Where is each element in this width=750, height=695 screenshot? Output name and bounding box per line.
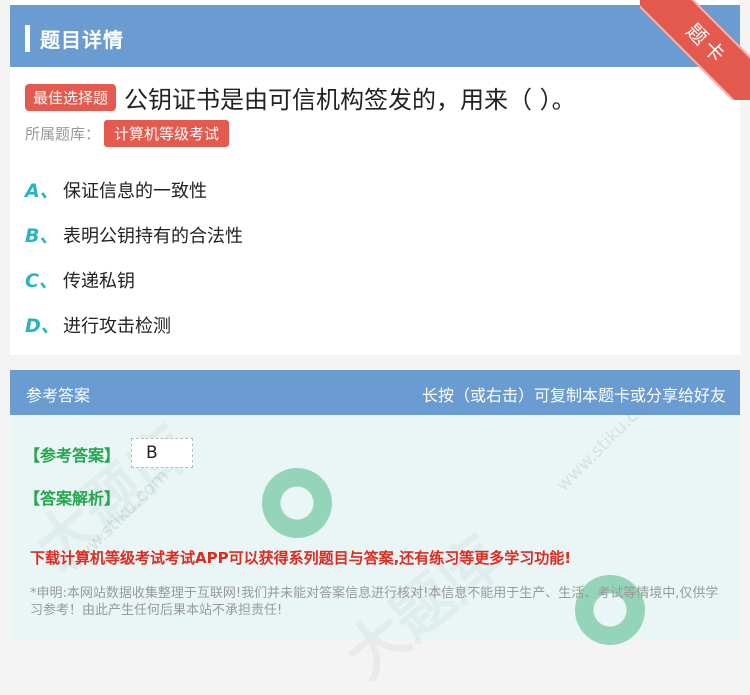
question-row: 最佳选择题 公钥证书是由可信机构签发的，用来（ ）。 bbox=[25, 80, 576, 115]
ribbon-label: 题卡 bbox=[640, 0, 750, 100]
answer-header: 参考答案 长按（或右击）可复制本题卡或分享给好友 bbox=[10, 370, 740, 415]
option-text: 传递私钥 bbox=[63, 270, 135, 292]
bank-tag[interactable]: 计算机等级考试 bbox=[104, 120, 230, 147]
ribbon-corner: 题卡 bbox=[640, 0, 750, 100]
bank-row: 所属题库： 计算机等级考试 bbox=[25, 120, 230, 147]
answer-header-title: 参考答案 bbox=[26, 386, 91, 405]
share-hint: 长按（或右击）可复制本题卡或分享给好友 bbox=[421, 386, 726, 405]
option-text: 表明公钥持有的合法性 bbox=[63, 225, 243, 247]
option-letter: B、 bbox=[25, 225, 59, 247]
question-type-tag: 最佳选择题 bbox=[25, 84, 117, 111]
option-letter: D、 bbox=[25, 315, 60, 337]
disclaimer-text: *申明:本网站数据收集整理于互联网!我们并未能对答案信息进行核对!本信息不能用于… bbox=[30, 586, 719, 618]
option-b[interactable]: B、 表明公钥持有的合法性 bbox=[25, 221, 243, 248]
option-letter: A、 bbox=[25, 180, 59, 202]
answer-label: 【参考答案】 bbox=[24, 446, 121, 465]
header-title: 题目详情 bbox=[40, 28, 124, 52]
option-text: 进行攻击检测 bbox=[63, 315, 171, 337]
option-letter: C、 bbox=[25, 270, 58, 292]
question-text: 公钥证书是由可信机构签发的，用来（ ）。 bbox=[124, 86, 576, 114]
bank-label: 所属题库： bbox=[25, 125, 101, 143]
analysis-label: 【答案解析】 bbox=[24, 489, 121, 508]
question-header: 题目详情 bbox=[10, 5, 740, 67]
option-text: 保证信息的一致性 bbox=[63, 180, 207, 202]
app-promo-text[interactable]: 下载计算机等级考试考试APP可以获得系列题目与答案,还有练习等更多学习功能! bbox=[30, 547, 571, 568]
answer-value: B bbox=[131, 438, 193, 468]
option-d[interactable]: D、 进行攻击检测 bbox=[25, 311, 171, 338]
option-c[interactable]: C、 传递私钥 bbox=[25, 266, 135, 293]
header-accent-bar bbox=[25, 25, 30, 52]
option-a[interactable]: A、 保证信息的一致性 bbox=[25, 176, 207, 203]
